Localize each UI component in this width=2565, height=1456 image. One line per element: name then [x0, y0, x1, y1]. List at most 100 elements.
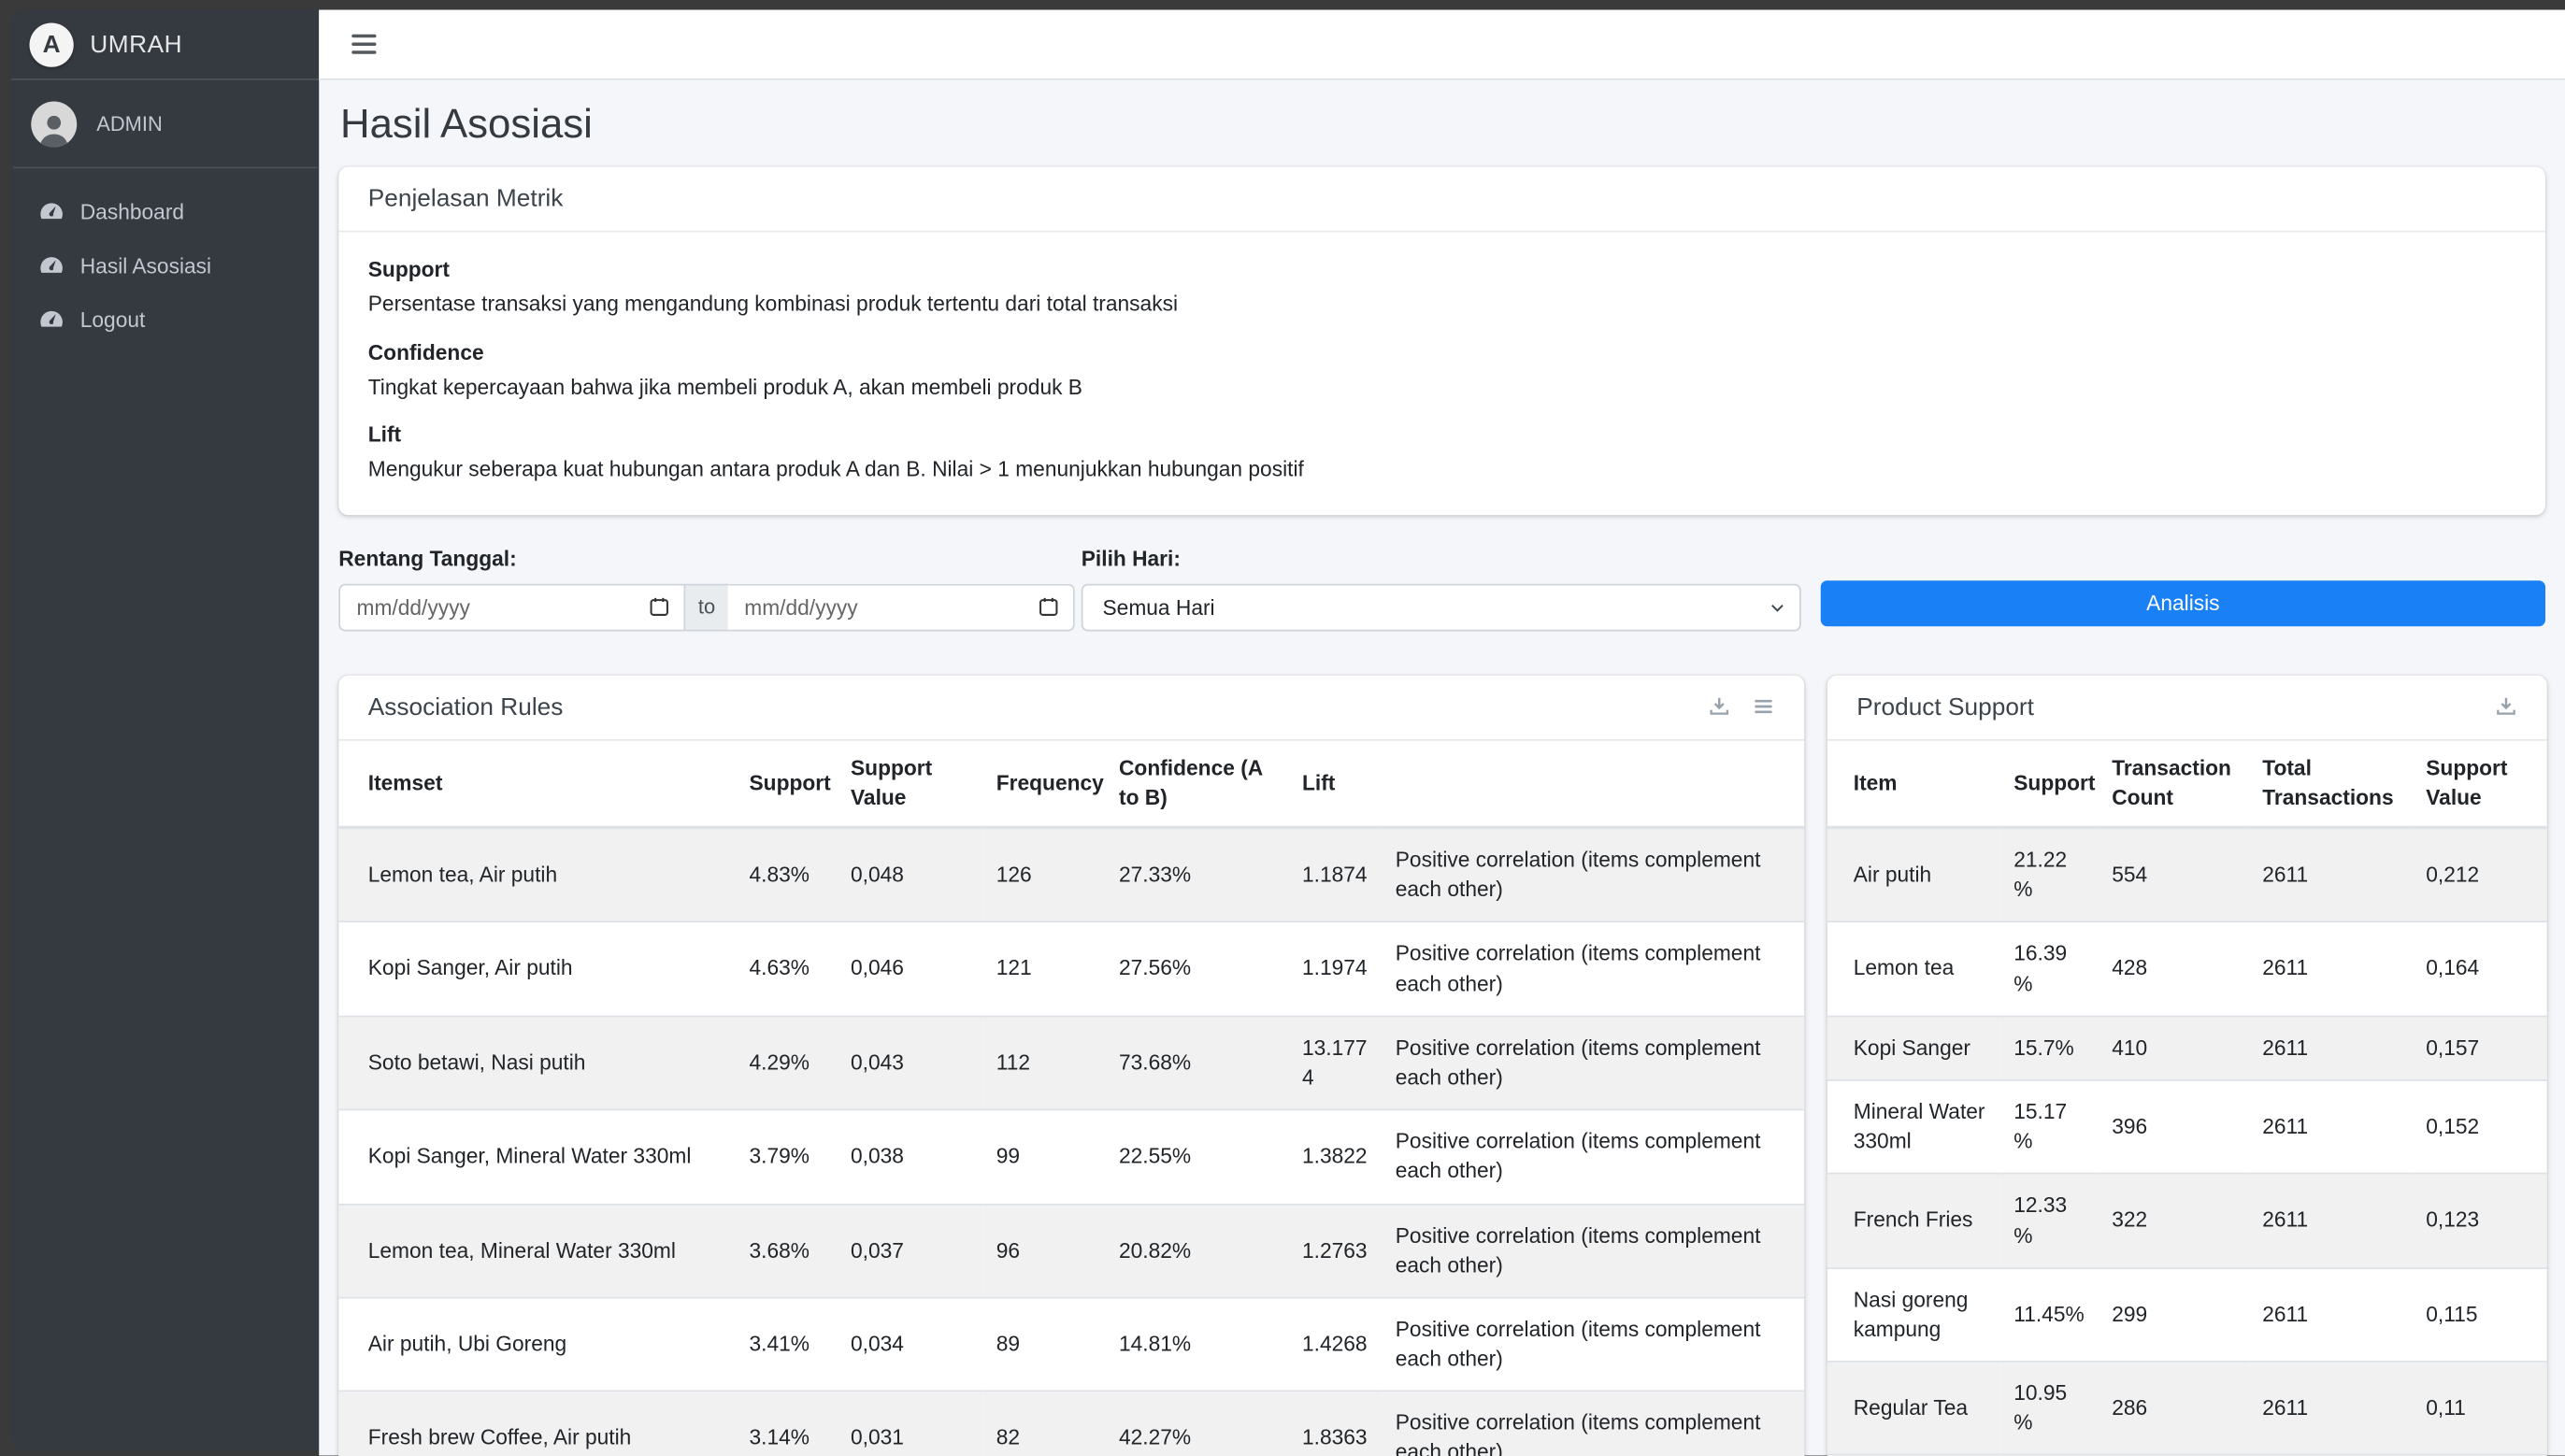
cell-frequency: 121 — [983, 922, 1106, 1016]
cell-support: 11.45% — [2000, 1268, 2099, 1362]
cell-support: 4.63% — [737, 922, 838, 1016]
download-icon[interactable] — [2495, 695, 2518, 719]
filters-row: Rentang Tanggal: to Pilih — [338, 546, 2545, 631]
main-area: Hasil Asosiasi Penjelasan Metrik Support… — [319, 10, 2565, 1456]
tables-row: Association Rules Itemset Support — [338, 675, 2545, 1456]
cell-support-value: 0,157 — [2413, 1016, 2547, 1080]
user-panel: ADMIN — [13, 80, 318, 169]
cell-total-transactions: 2611 — [2249, 1268, 2413, 1362]
table-row: Kopi Sanger, Air putih 4.63% 0,046 121 2… — [338, 922, 1804, 1016]
metric-description: Persentase transaksi yang mengandung kom… — [368, 290, 2516, 319]
avatar — [31, 102, 77, 148]
table-row: Air putih 21.22% 554 2611 0,212 — [1827, 828, 2547, 922]
association-rules-card: Association Rules Itemset Support — [338, 675, 1804, 1456]
cell-support: 16.39% — [2000, 922, 2099, 1016]
metric-description: Mengukur seberapa kuat hubungan antara p… — [368, 455, 2516, 484]
table-row: Lemon tea, Mineral Water 330ml 3.68% 0,0… — [338, 1204, 1804, 1297]
calendar-icon[interactable] — [1038, 595, 1061, 619]
sidebar-item-label: Dashboard — [80, 200, 184, 224]
cell-itemset: Soto betawi, Nasi putih — [338, 1016, 736, 1109]
day-select[interactable]: Semua Hari — [1082, 583, 1801, 631]
top-navbar — [319, 10, 2565, 80]
date-from-input[interactable] — [357, 594, 649, 619]
table-row: Lemon tea, Air putih 4.83% 0,048 126 27.… — [338, 828, 1804, 922]
analyze-group: Analisis — [1821, 546, 2545, 626]
brand[interactable]: A UMRAH — [11, 10, 319, 80]
metrics-card-title: Penjelasan Metrik — [368, 185, 564, 213]
user-name: ADMIN — [96, 113, 162, 136]
cell-itemset: Lemon tea, Air putih — [338, 828, 736, 922]
cell-itemset: Lemon tea, Mineral Water 330ml — [338, 1204, 736, 1297]
cell-item: Regular Tea — [1827, 1362, 2001, 1455]
cell-frequency: 99 — [983, 1110, 1106, 1204]
umrah-logo-icon: A — [30, 22, 74, 66]
cell-correlation: Positive correlation (items complement e… — [1383, 1110, 1805, 1204]
cell-itemset: Kopi Sanger, Air putih — [338, 922, 736, 1016]
metric-name: Lift — [368, 422, 2516, 447]
analyze-button[interactable]: Analisis — [1821, 580, 2545, 626]
cell-support-value: 0,037 — [838, 1204, 983, 1297]
cell-correlation: Positive correlation (items complement e… — [1383, 1392, 1805, 1456]
gauge-icon — [37, 252, 65, 280]
list-icon[interactable] — [1752, 695, 1775, 719]
cell-correlation: Positive correlation (items complement e… — [1383, 1297, 1805, 1391]
metrics-card-header: Penjelasan Metrik — [338, 167, 2545, 233]
calendar-icon[interactable] — [648, 595, 671, 619]
cell-total-transactions: 2611 — [2249, 1080, 2413, 1174]
cell-support: 15.17% — [2000, 1080, 2099, 1174]
association-rules-title: Association Rules — [368, 692, 564, 721]
sidebar-item-logout[interactable]: Logout — [21, 293, 309, 347]
product-support-table: Item Support Transaction Count Total Tra… — [1827, 740, 2547, 1456]
sidebar-menu: Dashboard Hasil Asosiasi Logout — [11, 168, 319, 363]
cell-lift: 1.1874 — [1289, 828, 1383, 922]
hamburger-icon[interactable] — [349, 23, 380, 65]
date-to-field[interactable] — [728, 583, 1075, 631]
col-confidence: Confidence (A to B) — [1106, 740, 1289, 827]
cell-item: Mineral Water 330ml — [1827, 1080, 2001, 1174]
cell-confidence: 20.82% — [1106, 1204, 1289, 1297]
cell-transaction-count: 428 — [2099, 922, 2249, 1016]
sidebar: A UMRAH ADMIN Dashboard Hasil Asosiasi L… — [11, 10, 319, 1451]
gauge-icon — [37, 306, 65, 334]
cell-lift: 1.2763 — [1289, 1204, 1383, 1297]
date-from-field[interactable] — [338, 583, 685, 631]
date-to-input[interactable] — [744, 594, 1037, 619]
table-row: Soto betawi, Nasi putih 4.29% 0,043 112 … — [338, 1016, 1804, 1109]
download-icon[interactable] — [1708, 695, 1731, 719]
day-filter-group: Pilih Hari: Semua Hari — [1082, 546, 1801, 631]
cell-support: 4.29% — [737, 1016, 838, 1109]
date-range-label: Rentang Tanggal: — [338, 546, 1075, 570]
col-frequency: Frequency — [983, 740, 1106, 827]
table-header-row: Itemset Support Support Value Frequency … — [338, 740, 1804, 827]
cell-lift: 1.3822 — [1289, 1110, 1383, 1204]
cell-item: Kopi Sanger — [1827, 1016, 2001, 1080]
cell-lift: 1.8363 — [1289, 1392, 1383, 1456]
cell-correlation: Positive correlation (items complement e… — [1383, 1204, 1805, 1297]
cell-confidence: 73.68% — [1106, 1016, 1289, 1109]
cell-support: 4.83% — [737, 828, 838, 922]
cell-item: French Fries — [1827, 1174, 2001, 1267]
cell-itemset: Air putih, Ubi Goreng — [338, 1297, 736, 1391]
page-title: Hasil Asosiasi — [340, 102, 2545, 150]
metrics-card: Penjelasan Metrik Support Persentase tra… — [338, 167, 2545, 515]
cell-support: 12.33% — [2000, 1174, 2099, 1267]
table-row: Mineral Water 330ml 15.17% 396 2611 0,15… — [1827, 1080, 2547, 1174]
metric-name: Support — [368, 257, 2516, 281]
cell-support: 10.95% — [2000, 1362, 2099, 1455]
cell-itemset: Fresh brew Coffee, Air putih — [338, 1392, 736, 1456]
cell-lift: 13.1774 — [1289, 1016, 1383, 1109]
cell-transaction-count: 554 — [2099, 828, 2249, 922]
cell-frequency: 89 — [983, 1297, 1106, 1391]
cell-transaction-count: 299 — [2099, 1268, 2249, 1362]
cell-item: Air putih — [1827, 828, 2001, 922]
cell-support: 15.7% — [2000, 1016, 2099, 1080]
cell-support: 21.22% — [2000, 828, 2099, 922]
table-row: French Fries 12.33% 322 2611 0,123 — [1827, 1174, 2547, 1267]
table-row: Lemon tea 16.39% 428 2611 0,164 — [1827, 922, 2547, 1016]
cell-item: Nasi goreng kampung — [1827, 1268, 2001, 1362]
sidebar-item-label: Logout — [80, 307, 146, 332]
sidebar-item-dashboard[interactable]: Dashboard — [21, 185, 309, 239]
gauge-icon — [37, 198, 65, 226]
cell-support-value: 0,046 — [838, 922, 983, 1016]
sidebar-item-hasil-asosiasi[interactable]: Hasil Asosiasi — [21, 239, 309, 293]
